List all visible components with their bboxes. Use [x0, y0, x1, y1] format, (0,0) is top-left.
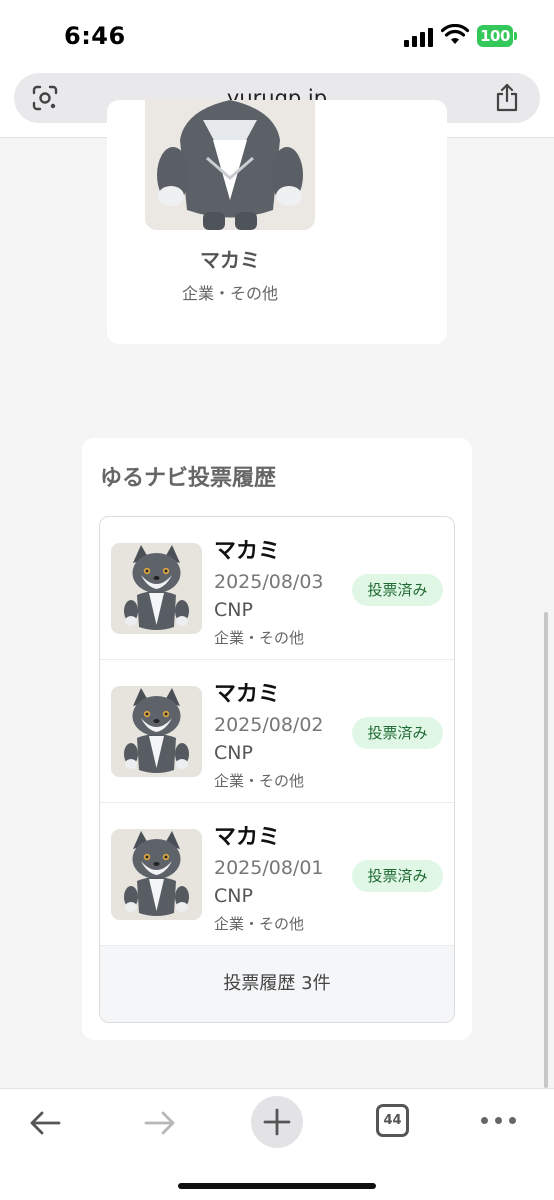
character-category: 企業・その他 — [214, 629, 305, 647]
character-name: マカミ — [214, 825, 281, 850]
scrollbar[interactable] — [544, 612, 548, 1088]
organization-label: CNP — [214, 885, 253, 907]
character-thumbnail — [111, 829, 202, 920]
wifi-icon — [441, 24, 469, 44]
forward-arrow-icon[interactable] — [142, 1105, 178, 1141]
vote-history-row[interactable]: マカミ 2025/08/01 CNP 企業・その他 投票済み — [100, 803, 454, 946]
vote-history-count: 投票履歴 3件 — [100, 946, 454, 1022]
vote-history-list: マカミ 2025/08/03 CNP 企業・その他 投票済み マカミ 2025/… — [99, 516, 455, 1023]
back-arrow-icon[interactable] — [27, 1105, 63, 1141]
status-bar: 6:46 100 — [0, 0, 554, 66]
character-category: 企業・その他 — [181, 284, 278, 303]
voted-badge: 投票済み — [352, 717, 443, 749]
character-name: マカミ — [214, 539, 281, 564]
share-icon[interactable] — [494, 83, 520, 113]
browser-bottom-toolbar: 44 — [0, 1088, 554, 1200]
new-tab-button[interactable] — [251, 1096, 303, 1148]
tab-switcher-button[interactable]: 44 — [376, 1104, 409, 1137]
character-name: マカミ — [200, 248, 260, 272]
vote-history-card: ゆるナビ投票履歴 マカミ 2025/08/03 CNP 企業・その他 投票済み … — [82, 438, 472, 1040]
character-category: 企業・その他 — [214, 915, 305, 933]
organization-label: CNP — [214, 742, 253, 764]
vote-history-row[interactable]: マカミ 2025/08/02 CNP 企業・その他 投票済み — [100, 660, 454, 803]
character-thumbnail — [111, 686, 202, 777]
home-indicator — [178, 1183, 376, 1189]
cellular-signal-icon — [404, 27, 434, 47]
character-thumbnail — [111, 543, 202, 634]
more-options-icon[interactable] — [481, 1117, 517, 1127]
screen: 6:46 100 yurugp.jp マカミ 企業・その他 ゆるナビ投票履歴 マ… — [0, 0, 554, 1200]
vote-date: 2025/08/03 — [214, 571, 324, 593]
vote-history-title: ゆるナビ投票履歴 — [100, 466, 277, 491]
plus-icon — [263, 1108, 291, 1136]
voted-badge: 投票済み — [352, 860, 443, 892]
voted-badge: 投票済み — [352, 574, 443, 606]
character-category: 企業・その他 — [214, 772, 305, 790]
organization-label: CNP — [214, 599, 253, 621]
vote-date: 2025/08/02 — [214, 714, 324, 736]
character-name: マカミ — [214, 682, 281, 707]
status-time: 6:46 — [64, 22, 126, 50]
battery-icon: 100 — [477, 25, 517, 47]
character-photo — [145, 100, 315, 230]
character-card[interactable]: マカミ 企業・その他 — [107, 100, 447, 344]
vote-date: 2025/08/01 — [214, 857, 324, 879]
vote-history-row[interactable]: マカミ 2025/08/03 CNP 企業・その他 投票済み — [100, 517, 454, 660]
